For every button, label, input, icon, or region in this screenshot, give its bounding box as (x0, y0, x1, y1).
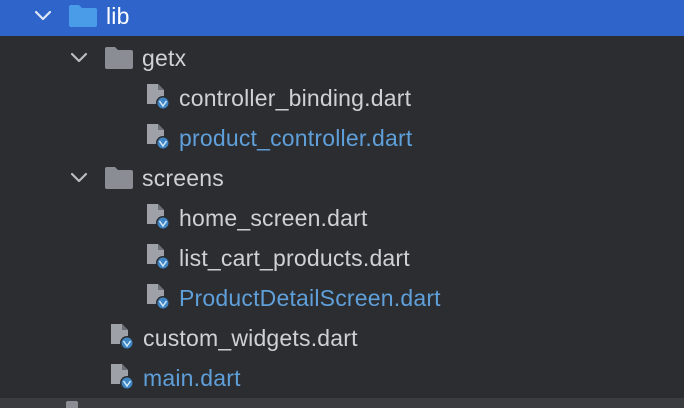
tree-label-custom-widgets: custom_widgets.dart (143, 325, 358, 351)
folder-icon (68, 1, 98, 31)
tree-label-list-cart-products: list_cart_products.dart (179, 245, 410, 271)
tree-label-lib: lib (106, 3, 130, 29)
tree-row-main[interactable]: main.dart (0, 358, 684, 398)
chevron-down-icon[interactable] (68, 47, 90, 69)
chevron-down-icon[interactable] (32, 5, 54, 27)
dart-file-icon (106, 322, 136, 352)
tree-row-getx[interactable]: getx (0, 38, 684, 78)
tree-label-getx: getx (142, 45, 187, 71)
tree-row-controller-binding[interactable]: controller_binding.dart (0, 78, 684, 118)
tree-row-list-cart-products[interactable]: list_cart_products.dart (0, 238, 684, 278)
dart-file-icon (142, 282, 172, 312)
tree-row-custom-widgets[interactable]: custom_widgets.dart (0, 318, 684, 358)
chevron-down-icon[interactable] (68, 167, 90, 189)
tree-row-partial (0, 398, 684, 408)
project-tree: lib getx controller_binding.dart product… (0, 0, 684, 408)
folder-icon (66, 401, 78, 408)
tree-row-product-detail-screen[interactable]: ProductDetailScreen.dart (0, 278, 684, 318)
tree-label-controller-binding: controller_binding.dart (179, 85, 412, 111)
tree-label-product-controller: product_controller.dart (179, 125, 413, 151)
dart-file-icon (106, 362, 136, 392)
tree-label-home-screen: home_screen.dart (179, 205, 368, 231)
dart-file-icon (142, 82, 172, 112)
tree-label-product-detail-screen: ProductDetailScreen.dart (179, 285, 441, 311)
tree-row-screens[interactable]: screens (0, 158, 684, 198)
tree-row-product-controller[interactable]: product_controller.dart (0, 118, 684, 158)
tree-row-home-screen[interactable]: home_screen.dart (0, 198, 684, 238)
tree-label-screens: screens (142, 165, 224, 191)
dart-file-icon (142, 242, 172, 272)
folder-icon (104, 43, 134, 73)
folder-icon (104, 163, 134, 193)
tree-row-lib[interactable]: lib (0, 0, 684, 36)
dart-file-icon (142, 202, 172, 232)
dart-file-icon (142, 122, 172, 152)
tree-label-main: main.dart (143, 365, 241, 391)
